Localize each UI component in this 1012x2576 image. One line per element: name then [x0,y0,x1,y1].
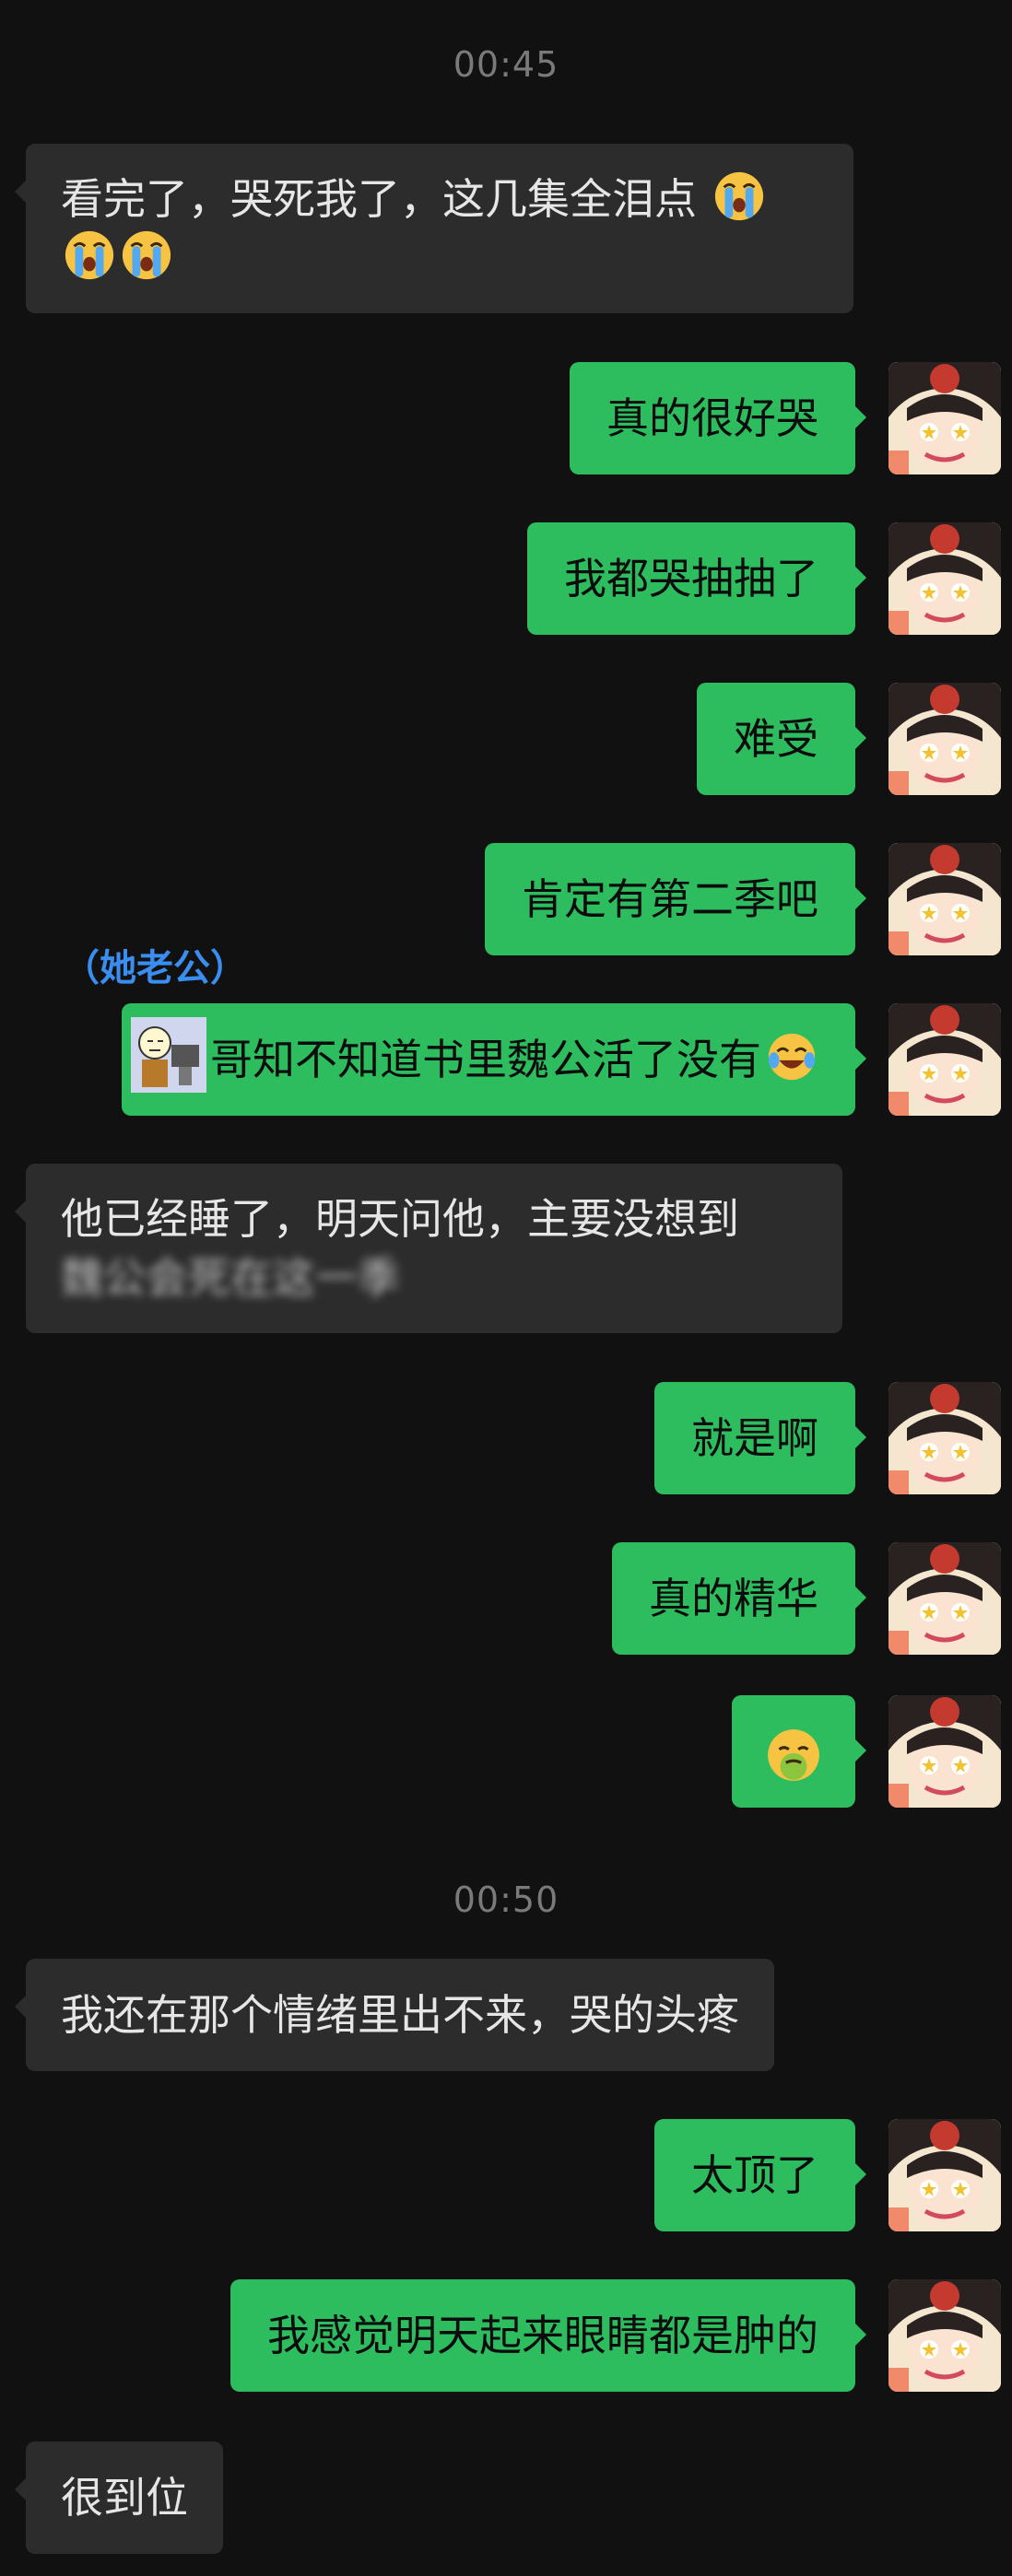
anime-girl-avatar-icon [888,1003,1001,1116]
message-text: 我感觉明天起来眼睛都是肿的 [267,2311,818,2360]
avatar[interactable] [888,1003,1001,1116]
avatar[interactable] [888,522,1001,635]
message-text: 我还在那个情绪里出不来，哭的头疼 [61,1990,739,2040]
avatar[interactable] [888,2279,1001,2392]
anime-girl-avatar-icon [888,2279,1001,2392]
anime-girl-avatar-icon [888,683,1001,795]
anime-girl-avatar-icon [888,1382,1001,1494]
incoming-message[interactable]: 我还在那个情绪里出不来，哭的头疼 [15,1959,774,2071]
message-text: 就是啊 [691,1413,818,1463]
avatar[interactable] [888,362,1001,474]
incoming-message[interactable]: 他已经睡了，明天问他，主要没想到 魏公会死在这一季 [15,1164,842,1333]
outgoing-message[interactable]: 我都哭抽抽了 [527,522,866,635]
loudly-crying-face-icon [65,230,114,280]
anime-girl-avatar-icon [888,1695,1001,1808]
anime-girl-avatar-icon [888,522,1001,635]
face-with-tears-of-joy-icon [768,1033,816,1081]
timestamp: 00:50 [453,1879,559,1920]
message-text: 哥知不知道书里魏公活了没有 [210,1035,761,1084]
avatar[interactable] [888,1382,1001,1494]
message-text: 我都哭抽抽了 [564,554,818,603]
outgoing-message[interactable]: 就是啊 [654,1382,866,1494]
outgoing-message[interactable]: 真的很好哭 [570,362,866,474]
avatar[interactable] [888,843,1001,955]
outgoing-message[interactable]: 哥知不知道书里魏公活了没有 [122,1003,866,1116]
message-text: 难受 [734,714,818,764]
outgoing-message[interactable] [732,1695,866,1808]
avatar[interactable] [888,683,1001,795]
outgoing-message[interactable]: 肯定有第二季吧 [485,843,866,955]
outgoing-message[interactable]: 真的精华 [612,1542,866,1655]
outgoing-message[interactable]: 难受 [697,683,866,795]
chat-area[interactable]: 00:45 看完了，哭死我了，这几集全泪点 真的很好哭 我都哭抽抽了 难受 肯定… [0,0,1012,2576]
message-text: 他已经睡了，明天问他，主要没想到 [61,1194,739,1244]
incoming-message[interactable]: 看完了，哭死我了，这几集全泪点 [15,144,853,313]
message-text: 肯定有第二季吧 [522,874,818,924]
nauseated-face-icon [768,1728,819,1781]
sticker-thumbnail[interactable] [131,1017,206,1093]
anime-girl-avatar-icon [888,2119,1001,2231]
avatar[interactable] [888,1542,1001,1655]
sender-annotation: （她老公） [63,947,247,989]
outgoing-message[interactable]: 太顶了 [654,2119,866,2231]
message-text: 真的精华 [649,1574,818,1623]
anime-girl-avatar-icon [888,1542,1001,1655]
avatar[interactable] [888,1695,1001,1808]
outgoing-message[interactable]: 我感觉明天起来眼睛都是肿的 [230,2279,866,2392]
loudly-crying-face-icon [714,171,763,221]
meme-sticker-icon [131,1017,206,1093]
timestamp: 00:45 [453,44,559,85]
incoming-message[interactable]: 很到位 [15,2441,223,2554]
anime-girl-avatar-icon [888,843,1001,955]
message-text: 真的很好哭 [606,393,818,443]
blurred-text: 魏公会死在这一季 [61,1253,400,1303]
anime-girl-avatar-icon [888,362,1001,474]
avatar[interactable] [888,2119,1001,2231]
message-text: 很到位 [61,2473,188,2523]
message-text: 太顶了 [691,2150,818,2200]
message-text: 看完了，哭死我了，这几集全泪点 [61,174,697,224]
loudly-crying-face-icon [122,230,171,280]
